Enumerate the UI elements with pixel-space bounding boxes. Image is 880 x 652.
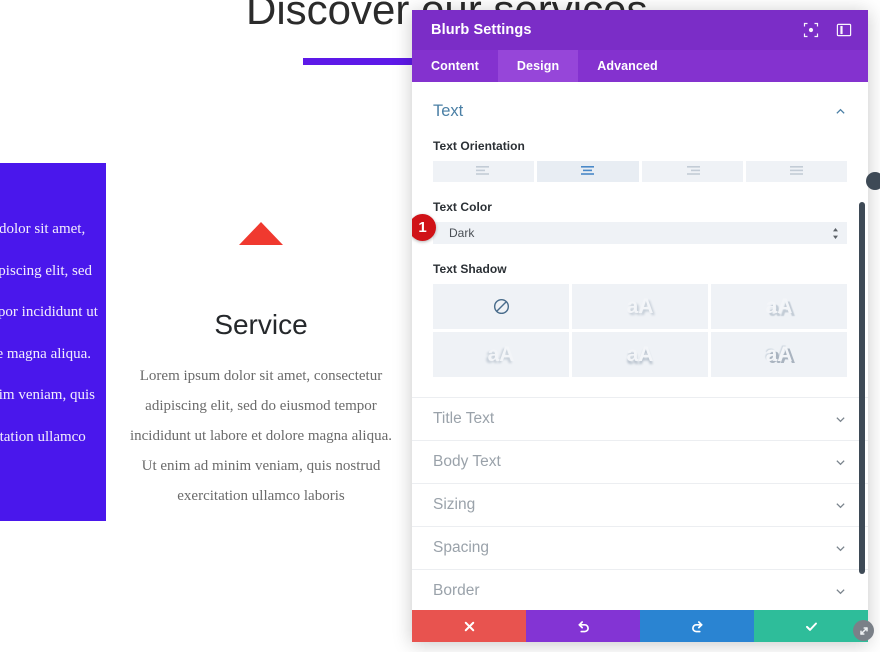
chevron-down-icon — [836, 502, 845, 508]
checkmark-icon — [805, 622, 817, 631]
chevron-down-icon — [836, 416, 845, 422]
text-orientation-label: Text Orientation — [433, 139, 525, 153]
modal-body: Text Text Orientation Text Color 1 Dark … — [412, 82, 868, 610]
no-shadow-option[interactable] — [433, 284, 569, 329]
section-border[interactable]: Border — [412, 570, 868, 610]
close-icon — [464, 621, 474, 631]
section-spacing[interactable]: Spacing — [412, 527, 868, 570]
panel-layout-icon[interactable] — [836, 22, 852, 38]
screen: Discover our services Lorem ipsum dolor … — [0, 0, 880, 652]
save-button[interactable] — [754, 610, 868, 642]
section-title-text-label: Title Text — [433, 410, 495, 427]
text-color-field: 1 Dark — [412, 214, 847, 244]
tab-content[interactable]: Content — [412, 50, 498, 82]
redo-icon — [691, 620, 703, 632]
modal-title: Blurb Settings — [431, 22, 532, 38]
blurb-body: Lorem ipsum dolor sit amet, consectetur … — [129, 368, 392, 504]
modal-footer — [412, 610, 868, 642]
modal-scrollbar[interactable] — [859, 202, 865, 574]
chevron-down-icon — [836, 588, 845, 594]
text-shadow-group[interactable]: aA aA aA aA aA — [433, 284, 847, 377]
shadow-emboss-icon: aA — [765, 342, 793, 366]
tab-design[interactable]: Design — [497, 50, 579, 82]
section-text-title: Text — [433, 102, 464, 120]
focus-target-icon[interactable] — [803, 22, 819, 38]
shadow-left-option[interactable]: aA — [433, 332, 569, 377]
text-shadow-label: Text Shadow — [433, 262, 507, 276]
blurb-settings-modal[interactable]: Blurb Settings Content Design Advanced T… — [412, 10, 868, 642]
promo-text: Lorem ipsum dolor sit amet, consectetur … — [0, 221, 98, 445]
no-shadow-icon — [493, 298, 509, 315]
shadow-bottom-icon: aA — [626, 342, 654, 366]
section-border-label: Border — [433, 582, 480, 599]
modal-tabs[interactable]: Content Design Advanced — [412, 50, 868, 82]
undo-button[interactable] — [526, 610, 640, 642]
collapsed-sections: Title Text Body Text Sizing Spacing Bord… — [412, 397, 868, 610]
section-body-text-label: Body Text — [433, 453, 501, 470]
chevron-up-icon[interactable] — [834, 105, 847, 118]
shadow-bottom-option[interactable]: aA — [572, 332, 708, 377]
redo-button[interactable] — [640, 610, 754, 642]
spinner-arrows-icon — [833, 227, 838, 239]
text-color-select[interactable]: Dark — [433, 222, 847, 244]
section-text: Text Text Orientation Text Color 1 Dark … — [412, 82, 868, 377]
tab-advanced[interactable]: Advanced — [578, 50, 677, 82]
align-center-icon[interactable] — [537, 161, 639, 182]
shadow-soft-icon: aA — [626, 294, 654, 318]
blurb-title: Service — [214, 309, 308, 340]
shadow-hard-option[interactable]: aA — [711, 284, 847, 329]
scrollbar-knob[interactable] — [866, 172, 880, 190]
modal-header-actions — [803, 22, 852, 38]
section-sizing[interactable]: Sizing — [412, 484, 868, 527]
section-body-text[interactable]: Body Text — [412, 441, 868, 484]
blurb-icon-wrap — [121, 205, 401, 261]
blurb-module[interactable]: Service Lorem ipsum dolor sit amet, cons… — [121, 205, 401, 511]
section-title-text[interactable]: Title Text — [412, 398, 868, 441]
section-spacing-label: Spacing — [433, 539, 490, 556]
section-text-header[interactable]: Text — [433, 102, 847, 139]
shadow-soft-option[interactable]: aA — [572, 284, 708, 329]
align-left-icon[interactable] — [433, 161, 535, 182]
chevron-down-icon — [836, 545, 845, 551]
shadow-hard-icon: aA — [765, 294, 793, 318]
shadow-emboss-option[interactable]: aA — [711, 332, 847, 377]
text-color-label: Text Color — [433, 200, 492, 214]
align-justify-icon[interactable] — [745, 161, 847, 182]
resize-arrow-icon — [859, 626, 868, 635]
text-orientation-group[interactable] — [433, 161, 847, 182]
resize-grip-icon[interactable] — [853, 620, 874, 641]
triangle-up-icon — [239, 221, 283, 245]
promo-block: Lorem ipsum dolor sit amet, consectetur … — [0, 163, 106, 521]
shadow-left-icon: aA — [487, 342, 515, 366]
section-sizing-label: Sizing — [433, 496, 476, 513]
align-right-icon[interactable] — [641, 161, 743, 182]
cancel-button[interactable] — [412, 610, 526, 642]
undo-icon — [577, 620, 589, 632]
modal-header: Blurb Settings — [412, 10, 868, 50]
chevron-down-icon — [836, 459, 845, 465]
text-color-value: Dark — [449, 226, 475, 240]
